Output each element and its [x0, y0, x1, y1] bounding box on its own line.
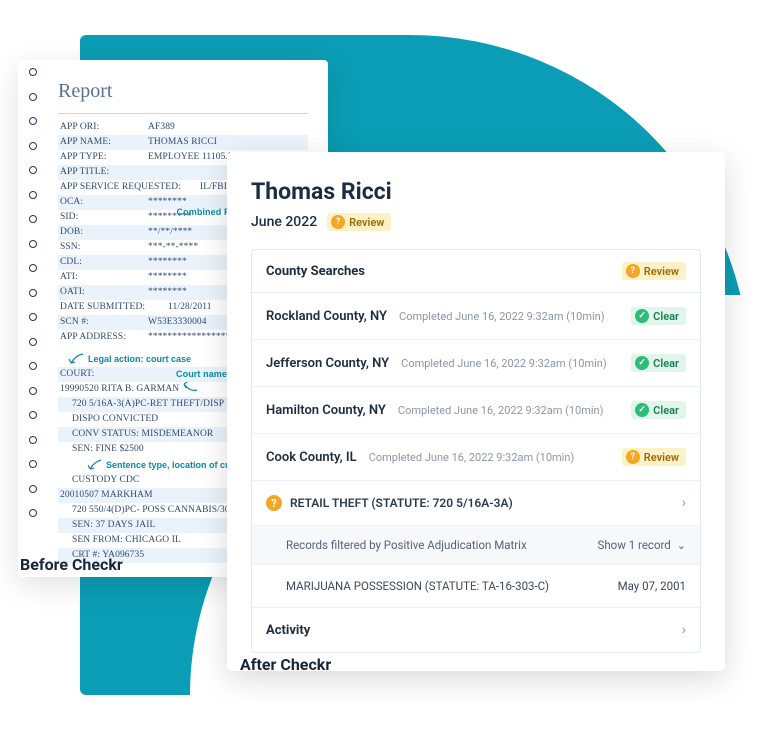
- check-icon: ✓: [635, 309, 649, 323]
- report-period: June 2022: [251, 214, 317, 230]
- check-icon: ✓: [635, 403, 649, 417]
- status-badge[interactable]: ✓Clear: [631, 307, 686, 325]
- status-badge[interactable]: ✓Clear: [631, 401, 686, 419]
- county-meta: Completed June 16, 2022 9:32am (10min): [369, 451, 575, 464]
- chevron-down-icon: ⌄: [677, 539, 686, 552]
- question-icon: ?: [626, 264, 640, 278]
- question-icon: ?: [626, 450, 640, 464]
- check-icon: ✓: [635, 356, 649, 370]
- chevron-right-icon: ›: [682, 495, 686, 511]
- question-icon: ?: [331, 215, 345, 229]
- county-searches-panel: County Searches ? Review Rockland County…: [251, 249, 701, 653]
- county-meta: Completed June 16, 2022 9:32am (10min): [398, 404, 604, 417]
- spiral-binding: [26, 68, 40, 569]
- status-badge[interactable]: ?Review: [622, 448, 686, 466]
- county-row[interactable]: Hamilton County, NY Completed June 16, 20…: [252, 387, 700, 434]
- note-legal-action: Legal action: court case: [88, 354, 191, 364]
- county-meta: Completed June 16, 2022 9:32am (10min): [399, 310, 605, 323]
- candidate-name: Thomas Ricci: [251, 178, 701, 205]
- filter-row[interactable]: Records filtered by Positive Adjudicatio…: [252, 526, 700, 565]
- county-name: Jefferson County, NY: [266, 356, 389, 371]
- after-report-card: Thomas Ricci June 2022 ? Review County S…: [227, 152, 725, 671]
- report-title: Report: [58, 80, 308, 114]
- status-badge[interactable]: ✓Clear: [631, 354, 686, 372]
- charge-title: RETAIL THEFT (STATUTE: 720 5/16A-3A): [290, 496, 513, 510]
- county-name: Hamilton County, NY: [266, 403, 386, 418]
- county-name: Cook County, IL: [266, 450, 357, 465]
- charge-row[interactable]: ? RETAIL THEFT (STATUTE: 720 5/16A-3A) ›: [252, 481, 700, 526]
- activity-row[interactable]: Activity ›: [252, 608, 700, 652]
- record-row[interactable]: MARIJUANA POSSESSION (STATUTE: TA-16-303…: [252, 565, 700, 608]
- county-row[interactable]: Cook County, IL Completed June 16, 2022 9…: [252, 434, 700, 481]
- county-name: Rockland County, NY: [266, 309, 387, 324]
- activity-title: Activity: [266, 623, 310, 638]
- panel-status-badge[interactable]: ? Review: [622, 262, 686, 280]
- label-after: After Checkr: [240, 655, 331, 674]
- county-row[interactable]: Rockland County, NY Completed June 16, 20…: [252, 293, 700, 340]
- record-title: MARIJUANA POSSESSION (STATUTE: TA-16-303…: [286, 579, 549, 593]
- record-date: May 07, 2001: [618, 579, 686, 593]
- chevron-right-icon: ›: [682, 622, 686, 638]
- question-icon: ?: [266, 495, 282, 511]
- show-records-text: Show 1 record: [598, 538, 671, 552]
- status-badge-review[interactable]: ? Review: [327, 213, 391, 231]
- county-meta: Completed June 16, 2022 9:32am (10min): [401, 357, 607, 370]
- county-row[interactable]: Jefferson County, NY Completed June 16, 2…: [252, 340, 700, 387]
- filter-text: Records filtered by Positive Adjudicatio…: [286, 538, 527, 552]
- panel-title: County Searches: [266, 264, 365, 279]
- label-before: Before Checkr: [20, 555, 123, 574]
